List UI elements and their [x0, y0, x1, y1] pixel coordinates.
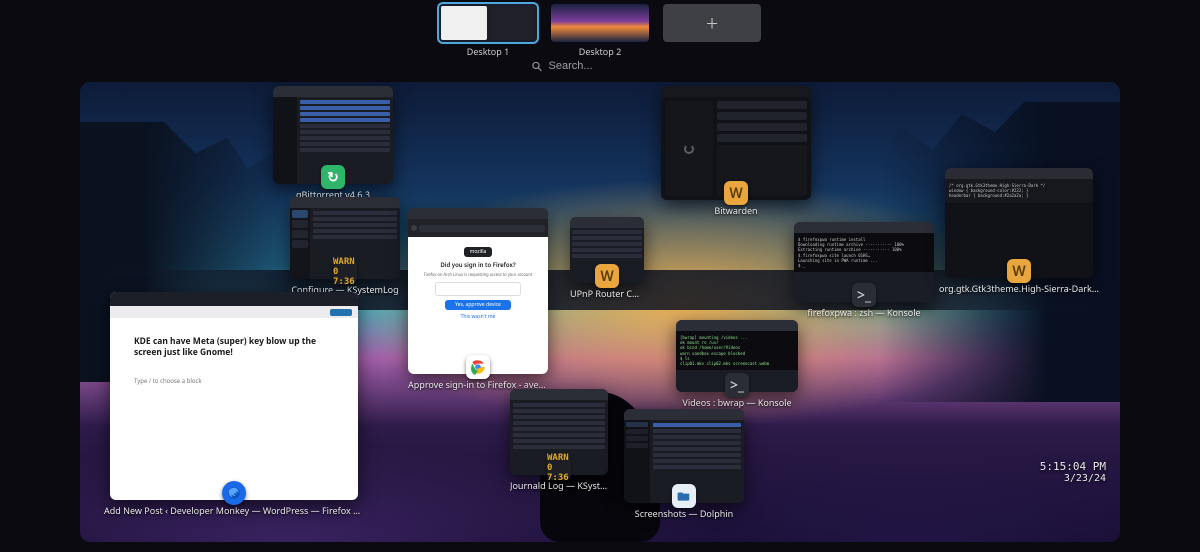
approve-subtext: Firefox on Arch Linux is requesting acce… [424, 273, 533, 278]
warn-icon: WARN 0 7:36 [333, 260, 357, 284]
window-dolphin-label: Screenshots — Dolphin [635, 507, 733, 520]
window-sublime[interactable]: /* org.gtk.Gtk3theme.High-Sierra-Dark */… [945, 168, 1093, 295]
w-icon: W [724, 181, 748, 205]
qbittorrent-icon: ↻ [321, 165, 345, 189]
window-wordpress-label: Add New Post ‹ Developer Monkey — WordPr… [104, 504, 364, 517]
search-icon [532, 61, 543, 72]
window-wordpress[interactable]: KDE can have Meta (super) key blow up th… [110, 292, 358, 517]
clock-time: 5:15:04 PM [1040, 460, 1106, 473]
window-ksystemlog[interactable]: WARN 0 7:36 Configure — KSystemLog [290, 197, 400, 296]
window-journald[interactable]: WARN 0 7:36 Journald Log — KSyste... [510, 389, 608, 492]
window-sublime-label: org.gtk.Gtk3theme.High-Sierra-Dark • – S… [939, 282, 1099, 295]
window-konsole-videos[interactable]: [bwrap] mounting /videos ... ok mount ro… [676, 320, 798, 409]
add-desktop-button[interactable]: + [663, 4, 761, 42]
deny-link[interactable]: This wasn't me [461, 314, 496, 320]
desktop-thumb-2-preview[interactable] [551, 4, 649, 42]
window-konsole1-label: firefoxpwa : zsh — Konsole [807, 306, 920, 319]
window-qbittorrent[interactable]: ↻ qBittorrent v4.6.3 [273, 86, 393, 201]
plus-icon: + [706, 8, 719, 38]
wordpress-post-title: KDE can have Meta (super) key blow up th… [110, 318, 358, 377]
window-konsole-firefoxpwa[interactable]: $ firefoxpwa runtime install Downloading… [794, 222, 934, 319]
window-approve-signin[interactable]: mozilla Did you sign in to Firefox? Fire… [408, 208, 548, 391]
w-icon: W [1007, 259, 1031, 283]
terminal-icon: >_ [725, 373, 749, 397]
window-dolphin[interactable]: Screenshots — Dolphin [624, 409, 744, 520]
window-konsole2-label: Videos : bwrap — Konsole [682, 396, 791, 409]
wordpress-placeholder: Type / to choose a block [110, 377, 358, 385]
terminal-icon: >_ [852, 283, 876, 307]
desktop-thumb-add[interactable]: + [663, 4, 761, 58]
desktop-thumb-2[interactable]: Desktop 2 [551, 4, 649, 58]
desktop-overview: 5:15:04 PM 3/23/24 ↻ qBittorrent v4.6.3 [80, 82, 1120, 542]
approve-button[interactable]: Yes, approve device [445, 300, 511, 310]
firefox-dev-icon [222, 481, 246, 505]
desktop-thumb-1[interactable]: Desktop 1 [439, 4, 537, 58]
clock-date: 3/23/24 [1040, 473, 1106, 484]
desktop-thumb-2-label: Desktop 2 [579, 45, 621, 58]
w-icon: W [595, 264, 619, 288]
chrome-icon [466, 355, 490, 379]
warn-icon: WARN 0 7:36 [547, 456, 571, 480]
desktop-clock: 5:15:04 PM 3/23/24 [1040, 460, 1106, 484]
approve-brand: mozilla [464, 247, 493, 257]
window-upnp-label: UPnP Router Control [570, 287, 644, 300]
approve-heading: Did you sign in to Firefox? [440, 261, 515, 269]
window-bitwarden[interactable]: W Bitwarden [661, 86, 811, 217]
window-bitwarden-label: Bitwarden [714, 204, 757, 217]
virtual-desktop-switcher: Desktop 1 Desktop 2 + [0, 4, 1200, 58]
desktop-thumb-1-preview[interactable] [439, 4, 537, 42]
overview-search[interactable] [532, 60, 669, 72]
search-input[interactable] [549, 60, 669, 72]
dolphin-icon [672, 484, 696, 508]
window-upnp[interactable]: W UPnP Router Control [570, 217, 644, 300]
desktop-thumb-1-label: Desktop 1 [467, 45, 509, 58]
